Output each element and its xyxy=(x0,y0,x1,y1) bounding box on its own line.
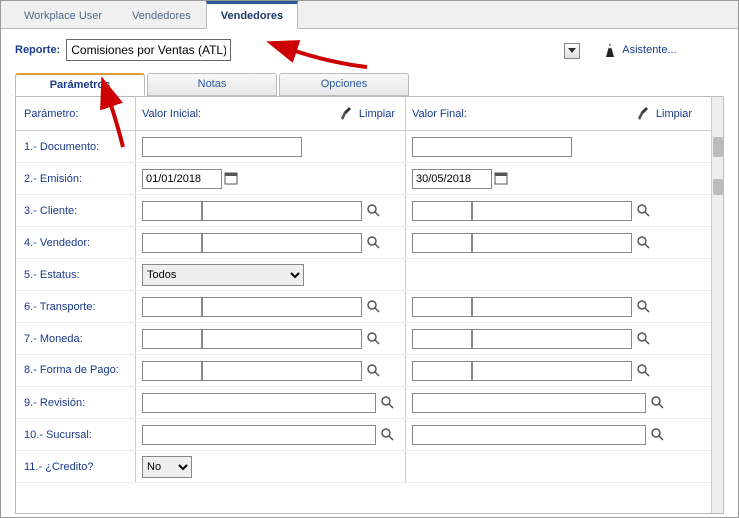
limpiar-label: Limpiar xyxy=(656,108,692,120)
label-estatus: 5.- Estatus: xyxy=(16,259,136,290)
search-icon[interactable] xyxy=(380,427,396,443)
row-moneda: 7.- Moneda: xyxy=(16,323,723,355)
calendar-icon[interactable] xyxy=(224,171,240,187)
tab-vendedores-1[interactable]: Vendedores xyxy=(117,3,206,28)
row-vendedor: 4.- Vendedor: xyxy=(16,227,723,259)
label-transporte: 6.- Transporte: xyxy=(16,291,136,322)
limpiar-final-button[interactable]: Limpiar xyxy=(637,106,692,122)
parameters-panel: Parámetro: Valor Inicial: Limpiar Valor … xyxy=(15,96,724,514)
sub-tabs: Parámetros Notas Opciones xyxy=(1,73,738,96)
sucursal-final-input[interactable] xyxy=(412,425,646,445)
emision-final-input[interactable] xyxy=(412,169,492,189)
calendar-icon[interactable] xyxy=(494,171,510,187)
row-estatus: 5.- Estatus: Todos xyxy=(16,259,723,291)
report-selector-row: Reporte: Asistente... xyxy=(1,29,738,67)
search-icon[interactable] xyxy=(366,331,382,347)
sucursal-inicial-input[interactable] xyxy=(142,425,376,445)
transporte-final-desc[interactable] xyxy=(472,297,632,317)
valor-final-label: Valor Final: xyxy=(412,108,637,120)
search-icon[interactable] xyxy=(366,299,382,315)
label-revision: 9.- Revisión: xyxy=(16,387,136,418)
search-icon[interactable] xyxy=(366,363,382,379)
cliente-final-code[interactable] xyxy=(412,201,472,221)
tab-parametros[interactable]: Parámetros xyxy=(15,73,145,96)
label-sucursal: 10.- Sucursal: xyxy=(16,419,136,450)
param-header-row: Parámetro: Valor Inicial: Limpiar Valor … xyxy=(16,97,723,131)
transporte-inicial-code[interactable] xyxy=(142,297,202,317)
search-icon[interactable] xyxy=(380,395,396,411)
search-icon[interactable] xyxy=(650,427,666,443)
valor-inicial-label: Valor Inicial: xyxy=(142,108,340,120)
row-credito: 11.- ¿Credito? No xyxy=(16,451,723,483)
label-documento: 1.- Documento: xyxy=(16,131,136,162)
row-emision: 2.- Emisión: xyxy=(16,163,723,195)
wizard-icon xyxy=(602,42,618,58)
search-icon[interactable] xyxy=(636,363,652,379)
cliente-inicial-desc[interactable] xyxy=(202,201,362,221)
row-sucursal: 10.- Sucursal: xyxy=(16,419,723,451)
label-forma-pago: 8.- Forma de Pago: xyxy=(16,355,136,386)
label-credito: 11.- ¿Credito? xyxy=(16,451,136,482)
label-vendedor: 4.- Vendedor: xyxy=(16,227,136,258)
row-forma-pago: 8.- Forma de Pago: xyxy=(16,355,723,387)
header-valor-inicial: Valor Inicial: Limpiar xyxy=(136,97,406,130)
emision-inicial-input[interactable] xyxy=(142,169,222,189)
vendedor-final-desc[interactable] xyxy=(472,233,632,253)
forma-pago-inicial-desc[interactable] xyxy=(202,361,362,381)
row-cliente: 3.- Cliente: xyxy=(16,195,723,227)
search-icon[interactable] xyxy=(636,235,652,251)
revision-inicial-input[interactable] xyxy=(142,393,376,413)
limpiar-label: Limpiar xyxy=(359,108,395,120)
search-icon[interactable] xyxy=(636,299,652,315)
forma-pago-final-code[interactable] xyxy=(412,361,472,381)
header-valor-final: Valor Final: Limpiar xyxy=(406,97,702,130)
asistente-label: Asistente... xyxy=(622,44,676,56)
label-cliente: 3.- Cliente: xyxy=(16,195,136,226)
cliente-inicial-code[interactable] xyxy=(142,201,202,221)
label-moneda: 7.- Moneda: xyxy=(16,323,136,354)
search-icon[interactable] xyxy=(636,331,652,347)
credito-select[interactable]: No xyxy=(142,456,192,478)
report-select[interactable] xyxy=(66,39,231,61)
row-revision: 9.- Revisión: xyxy=(16,387,723,419)
forma-pago-final-desc[interactable] xyxy=(472,361,632,381)
asistente-link[interactable]: Asistente... xyxy=(602,42,676,58)
scroll-thumb[interactable] xyxy=(713,179,723,195)
broom-icon xyxy=(340,106,356,122)
search-icon[interactable] xyxy=(366,235,382,251)
limpiar-inicial-button[interactable]: Limpiar xyxy=(340,106,395,122)
label-emision: 2.- Emisión: xyxy=(16,163,136,194)
cliente-final-desc[interactable] xyxy=(472,201,632,221)
moneda-final-desc[interactable] xyxy=(472,329,632,349)
header-parametro: Parámetro: xyxy=(16,97,136,130)
forma-pago-inicial-code[interactable] xyxy=(142,361,202,381)
moneda-final-code[interactable] xyxy=(412,329,472,349)
app-top-tabs: Workplace User Vendedores Vendedores xyxy=(1,1,738,29)
moneda-inicial-code[interactable] xyxy=(142,329,202,349)
vendedor-inicial-code[interactable] xyxy=(142,233,202,253)
row-transporte: 6.- Transporte: xyxy=(16,291,723,323)
tab-opciones[interactable]: Opciones xyxy=(279,73,409,96)
documento-inicial-input[interactable] xyxy=(142,137,302,157)
scroll-thumb[interactable] xyxy=(713,137,723,157)
transporte-final-code[interactable] xyxy=(412,297,472,317)
revision-final-input[interactable] xyxy=(412,393,646,413)
vendedor-inicial-desc[interactable] xyxy=(202,233,362,253)
vendedor-final-code[interactable] xyxy=(412,233,472,253)
report-label: Reporte: xyxy=(15,44,60,56)
scrollbar[interactable] xyxy=(711,97,723,513)
search-icon[interactable] xyxy=(636,203,652,219)
search-icon[interactable] xyxy=(366,203,382,219)
estatus-select[interactable]: Todos xyxy=(142,264,304,286)
row-documento: 1.- Documento: xyxy=(16,131,723,163)
documento-final-input[interactable] xyxy=(412,137,572,157)
tab-notas[interactable]: Notas xyxy=(147,73,277,96)
report-select-wrap xyxy=(66,39,584,61)
transporte-inicial-desc[interactable] xyxy=(202,297,362,317)
tab-workplace-user[interactable]: Workplace User xyxy=(9,3,117,28)
moneda-inicial-desc[interactable] xyxy=(202,329,362,349)
broom-icon xyxy=(637,106,653,122)
search-icon[interactable] xyxy=(650,395,666,411)
tab-vendedores-2[interactable]: Vendedores xyxy=(206,1,298,29)
